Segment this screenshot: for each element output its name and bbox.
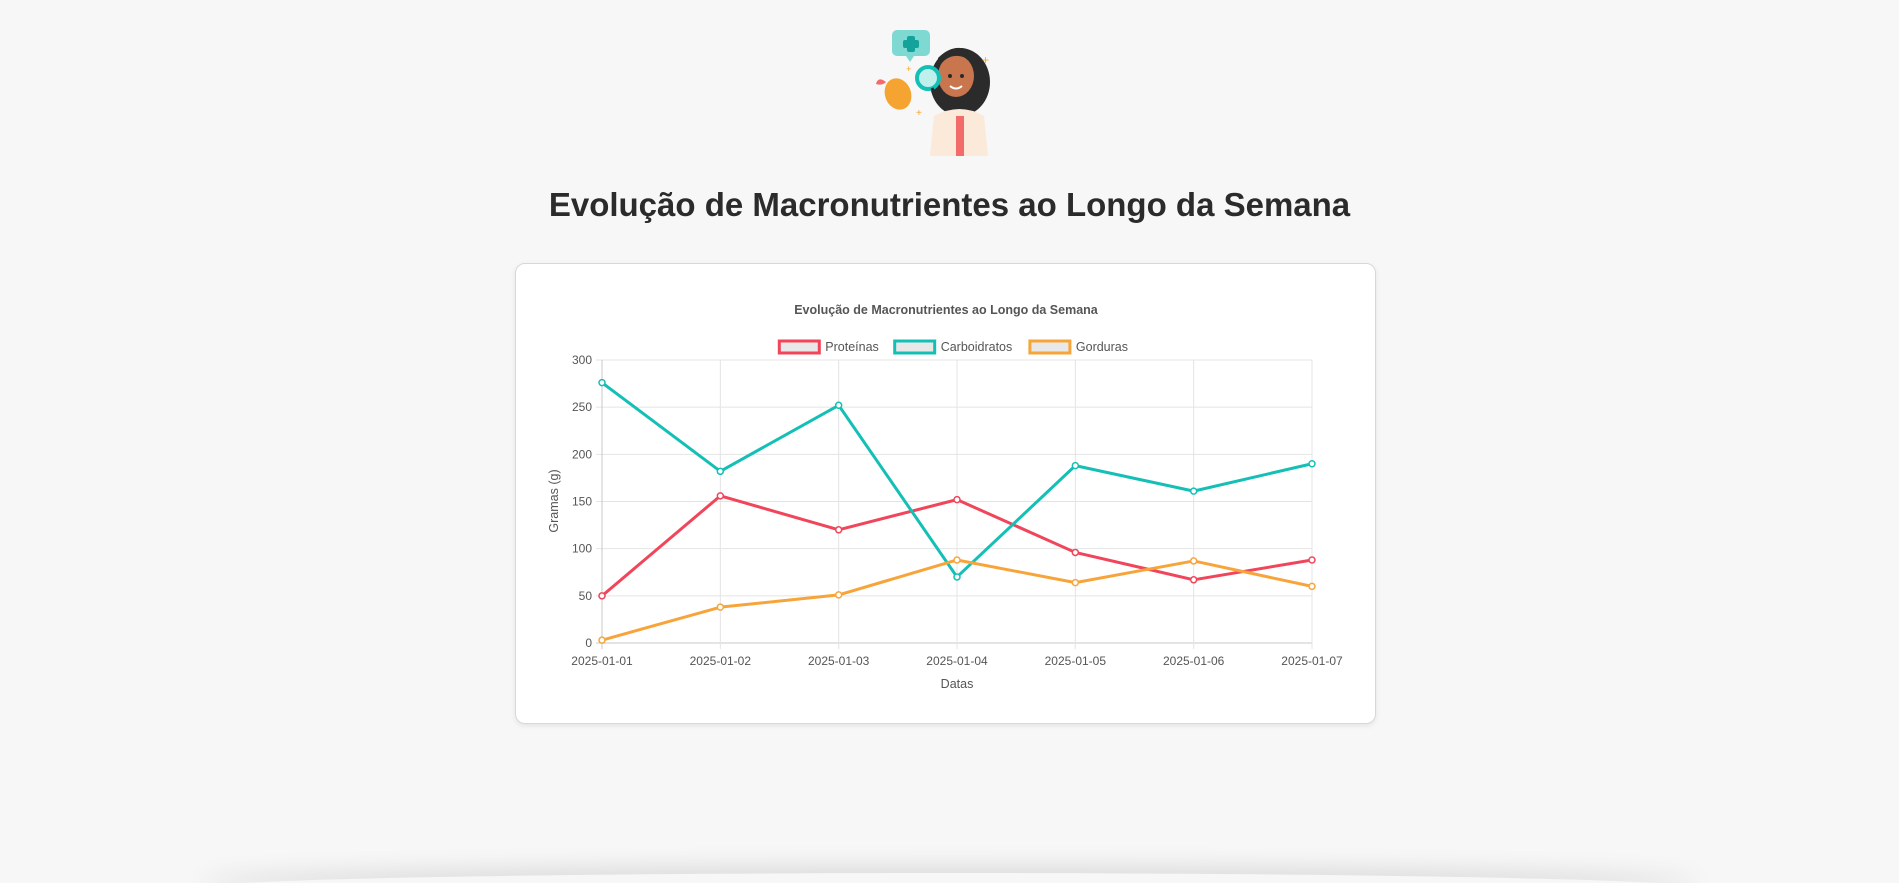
x-tick-label: 2025-01-04 [926,654,988,668]
x-tick-label: 2025-01-07 [1281,654,1343,668]
data-point [598,592,606,600]
data-point [1071,548,1080,557]
chart-legend: Proteínas Carboidratos Gorduras [777,339,1128,355]
y-tick-label: 100 [572,542,592,556]
bottom-shadow [200,873,1700,883]
y-axis-ticks: 0 50 100 150 200 250 300 [572,353,592,650]
legend-swatch[interactable] [1028,339,1072,355]
fruit-icon [884,78,912,110]
chart-grid [596,359,1313,649]
x-tick-label: 2025-01-03 [808,654,870,668]
data-point [1071,578,1080,587]
legend-swatch[interactable] [777,339,821,355]
data-point [1308,460,1316,468]
x-axis-label: Datas [941,677,974,691]
data-point [953,573,961,581]
data-point [716,467,725,476]
data-point [834,591,843,599]
x-tick-label: 2025-01-02 [690,654,752,668]
data-point [953,495,961,504]
legend-label[interactable]: Carboidratos [941,340,1013,354]
svg-text:+: + [906,64,911,74]
y-axis-label: Gramas (g) [547,469,561,532]
line-chart: Evolução de Macronutrientes ao Longo da … [547,303,1343,691]
chart-title: Evolução de Macronutrientes ao Longo da … [794,303,1099,317]
page-title: Evolução de Macronutrientes ao Longo da … [548,186,1351,223]
y-tick-label: 150 [572,495,592,509]
svg-text:+: + [982,53,989,67]
page: + + + Evolução de Macronutrientes ao Lon… [0,0,1899,883]
y-tick-label: 250 [572,400,592,414]
y-tick-label: 50 [579,589,593,603]
data-point [598,378,606,387]
data-point [834,401,843,410]
chart-card: Evolução de Macronutrientes ao Longo da … [515,263,1376,724]
y-tick-label: 300 [572,353,592,367]
data-point [716,603,725,611]
data-point [953,556,961,564]
nutritionist-illustration: + + + [876,30,990,156]
data-point [1308,556,1316,564]
svg-text:+: + [916,108,922,119]
y-tick-label: 0 [585,636,592,650]
y-tick-label: 200 [572,447,592,461]
data-point [1189,576,1198,584]
x-axis-ticks: 2025-01-01 2025-01-02 2025-01-03 2025-01-04… [571,654,1343,668]
legend-label[interactable]: Proteínas [825,340,879,354]
x-tick-label: 2025-01-06 [1163,654,1225,668]
magnifier-icon [915,65,941,91]
legend-swatch[interactable] [893,339,937,355]
x-tick-label: 2025-01-05 [1045,654,1107,668]
data-point [1189,557,1198,565]
data-point [1189,487,1198,495]
data-point [598,636,606,644]
data-point [834,526,843,534]
data-point [716,492,725,500]
legend-label[interactable]: Gorduras [1076,340,1128,354]
data-point [1308,582,1316,591]
data-point [1071,461,1080,470]
x-tick-label: 2025-01-01 [571,654,633,668]
